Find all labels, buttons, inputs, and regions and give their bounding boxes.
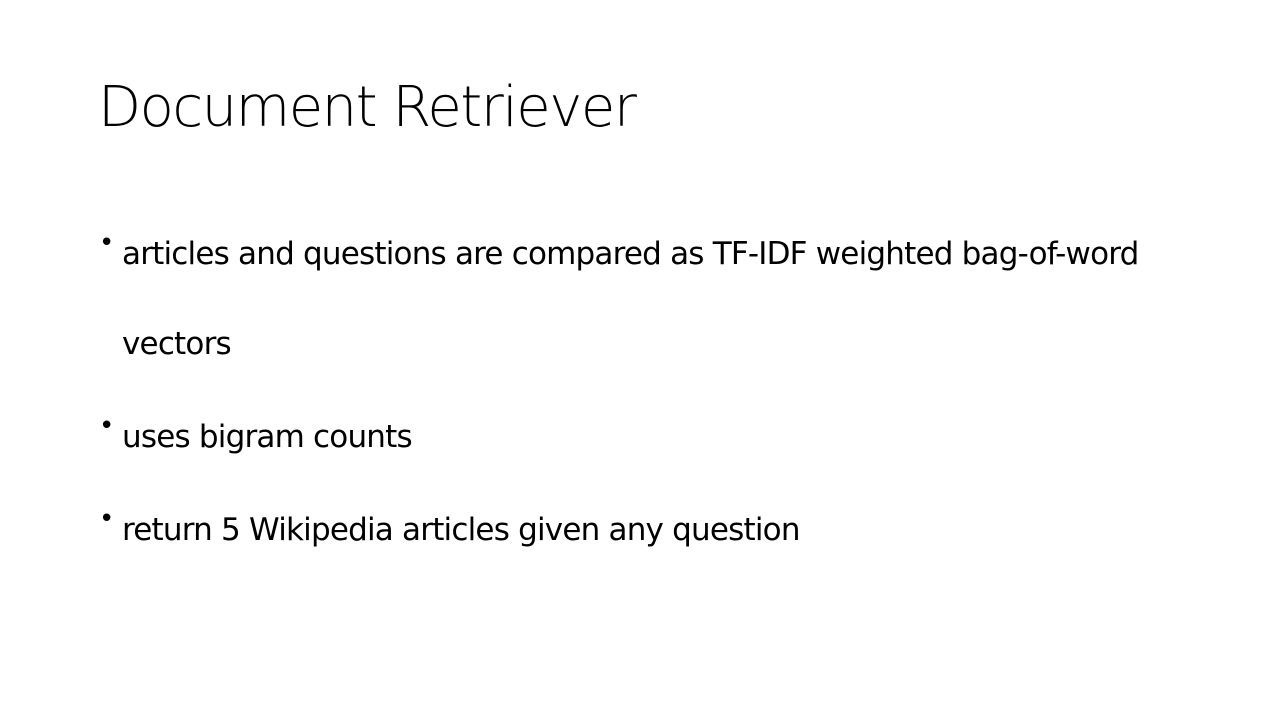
slide: Document Retriever • articles and questi… (0, 0, 1280, 720)
bullet-list: • articles and questions are compared as… (98, 220, 1208, 589)
slide-title: Document Retriever (98, 75, 637, 140)
bullet-dot-icon: • (99, 228, 114, 258)
bullet-dot-icon: • (99, 411, 114, 441)
bullet-text: articles and questions are compared as T… (122, 236, 1139, 362)
bullet-item: • uses bigram counts (98, 392, 1208, 482)
bullet-item: • articles and questions are compared as… (98, 209, 1208, 389)
bullet-item: • return 5 Wikipedia articles given any … (98, 485, 1208, 575)
bullet-text: uses bigram counts (122, 419, 413, 455)
bullet-text: return 5 Wikipedia articles given any qu… (122, 512, 800, 548)
bullet-dot-icon: • (99, 504, 114, 534)
